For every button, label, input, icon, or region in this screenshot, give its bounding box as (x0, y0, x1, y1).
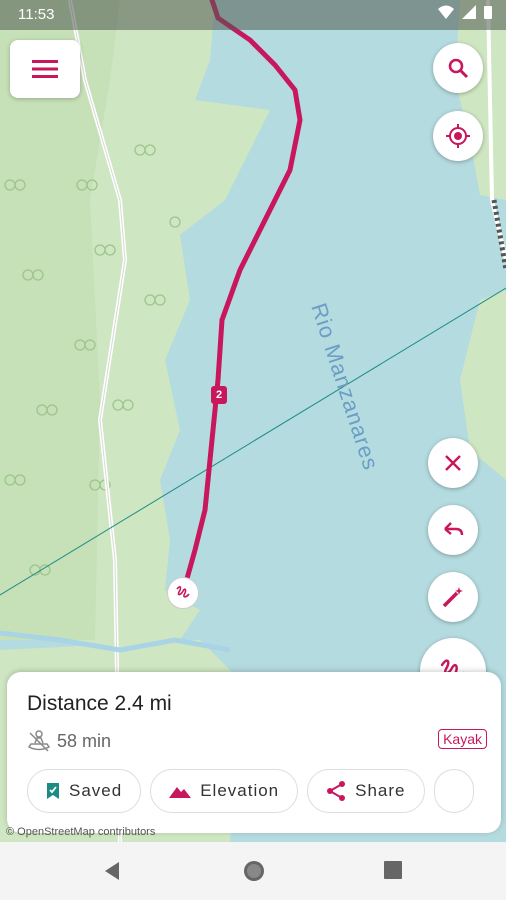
saved-label: Saved (69, 781, 123, 800)
battery-icon (484, 6, 492, 19)
route-segment-marker[interactable]: 2 (211, 386, 227, 404)
close-icon (445, 455, 461, 471)
kayak-icon (27, 730, 51, 752)
menu-icon (32, 60, 58, 78)
route-distance: Distance 2.4 mi (27, 692, 172, 715)
status-icons (438, 5, 492, 19)
gps-locate-icon (446, 124, 470, 148)
home-icon[interactable] (242, 859, 266, 883)
recents-icon[interactable] (384, 861, 402, 879)
more-actions-chip[interactable] (433, 769, 474, 813)
route-summary-panel: Distance 2.4 mi 58 min Kayak Saved Eleva… (7, 672, 501, 833)
clear-route-button[interactable] (428, 438, 478, 488)
search-icon (448, 58, 469, 79)
wifi-icon (438, 5, 454, 19)
signal-icon (462, 5, 476, 19)
bookmark-check-icon (47, 783, 59, 799)
search-button[interactable] (433, 43, 483, 93)
route-actions: Saved Elevation Share (27, 769, 474, 813)
draw-squiggle-icon (176, 586, 190, 598)
undo-button[interactable] (428, 505, 478, 555)
share-label: Share (355, 781, 406, 800)
activity-badge: Kayak (438, 729, 487, 749)
share-button[interactable]: Share (307, 769, 425, 813)
map-attribution: © OpenStreetMap contributors (6, 826, 156, 838)
status-bar: 11:53 (0, 0, 506, 30)
magic-wand-icon (442, 587, 463, 608)
status-time: 11:53 (18, 6, 55, 23)
menu-button[interactable] (10, 40, 80, 98)
route-duration-row: 58 min (27, 730, 111, 752)
undo-icon (444, 522, 464, 536)
route-start-marker[interactable] (167, 577, 199, 609)
saved-button[interactable]: Saved (27, 769, 142, 813)
share-icon (327, 781, 346, 801)
elevation-label: Elevation (200, 781, 280, 800)
elevation-button[interactable]: Elevation (150, 769, 299, 813)
back-icon[interactable] (103, 861, 121, 881)
auto-route-button[interactable] (428, 572, 478, 622)
mountain-icon (169, 787, 192, 798)
locate-button[interactable] (433, 111, 483, 161)
route-duration: 58 min (57, 730, 112, 751)
system-nav-bar (0, 842, 506, 900)
